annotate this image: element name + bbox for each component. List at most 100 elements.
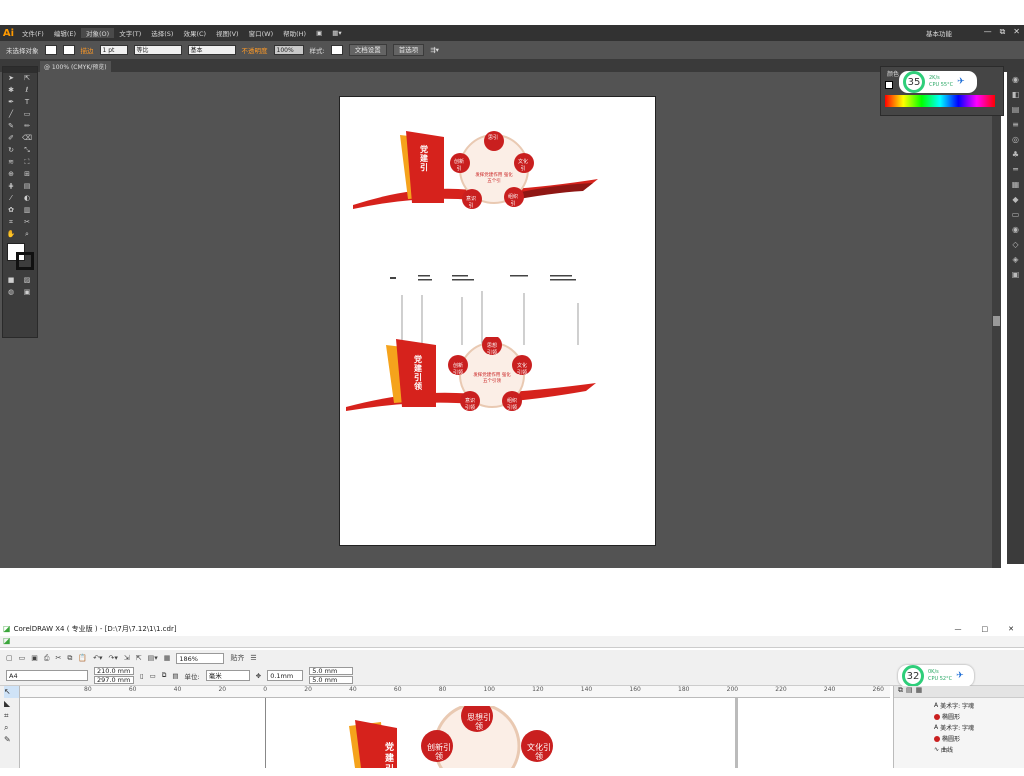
hand-icon[interactable]: ✋ [5,230,17,240]
duplicate-y-field[interactable]: 5.0 mm [309,676,354,684]
paintbrush-icon[interactable]: ✎ [5,122,17,132]
scroll-thumb[interactable] [993,316,1000,326]
unit-select[interactable]: 毫米 [205,670,250,681]
line-tool-icon[interactable]: ╱ [5,110,17,120]
shape-builder-icon[interactable]: ⊕ [5,170,17,180]
arrange-icon[interactable]: ⇶▾ [430,46,439,54]
nudge-field[interactable]: 0.1mm [267,670,304,681]
object-row[interactable]: A 美术字: 字魂 [934,700,1024,711]
eyedropper-icon[interactable]: ⁄ [5,194,17,204]
warp-icon[interactable]: ≋ [5,158,17,168]
open-icon[interactable]: ▭ [19,654,26,662]
brush-select[interactable]: 基本 [187,45,236,55]
horizontal-ruler[interactable]: 80 60 40 20 0 20 40 60 80 100 120 140 160 180 200 220 24… [20,686,890,698]
menu-view[interactable]: 视图(V) [211,28,244,38]
slice-icon[interactable]: ✂ [21,218,33,228]
corel-doc-icon[interactable]: ◪ [3,636,11,645]
menu-type[interactable]: 文字(T) [114,28,146,38]
opacity-field[interactable]: 100% [273,45,304,55]
corel-minimize-button[interactable]: — [955,625,962,633]
zoom-select[interactable]: 186% [176,652,225,664]
menu-select[interactable]: 选择(S) [146,28,178,38]
save-icon[interactable]: ▣ [31,654,38,662]
stroke-swatch[interactable] [62,45,75,55]
shape-tool-icon[interactable]: ◣ [4,698,19,710]
layers-icon[interactable]: ⧉ [898,686,903,697]
selection-tool-icon[interactable]: ➤ [5,74,17,84]
perspective-icon[interactable]: ⊞ [21,170,33,180]
copy-icon[interactable]: ⧉ [67,654,72,663]
vertical-scrollbar[interactable] [992,72,1001,568]
objects-icon[interactable]: ▤ [906,686,913,697]
scale-icon[interactable]: ⤡ [21,146,33,156]
arrange-docs-icon[interactable]: ▦▾ [327,29,346,37]
current-page-icon[interactable]: ▤ [172,672,178,680]
cut-icon[interactable]: ✂ [55,654,61,662]
menu-file[interactable]: 文件(F) [17,28,49,38]
corel-accelerator-icon[interactable]: ✈ [956,671,964,681]
portrait-icon[interactable]: ▯ [140,672,144,680]
opacity-label[interactable]: 不透明度 [242,45,268,55]
accelerator-icon[interactable]: ✈ [957,77,965,87]
crop-tool-icon[interactable]: ⌗ [4,710,19,722]
corel-maximize-button[interactable]: □ [982,625,989,633]
pen-tool-icon[interactable]: ✒ [5,98,17,108]
pencil-icon[interactable]: ✏ [21,122,33,132]
page-height-field[interactable]: 297.0 mm [94,676,134,684]
stroke-label[interactable]: 描边 [81,45,94,55]
draw-mode-icon[interactable]: ◍ [5,288,17,298]
corel-zoom-icon[interactable]: ⌕ [4,722,19,734]
screen-mode-icon[interactable]: ▣ [21,288,33,298]
welcome-icon[interactable]: ▦ [164,654,171,662]
corel-close-button[interactable]: ✕ [1008,625,1014,633]
stroke-weight-field[interactable]: 1 pt [99,45,128,55]
undo-icon[interactable]: ↶▾ [93,654,102,662]
symbol-sprayer-icon[interactable]: ✿ [5,206,17,216]
eraser-icon[interactable]: ⌫ [21,134,33,144]
fill-stroke-widget[interactable] [3,241,37,275]
color-spectrum[interactable] [885,95,995,107]
artboard-icon[interactable]: ⌗ [5,218,17,228]
gradient-mode-icon[interactable]: ▨ [21,276,33,286]
artboard[interactable]: 党建引 思引 文化引 组织引 意识引 创新引 发挥党建作用 强化五个引 党建引领… [339,96,656,546]
document-tab[interactable]: @ 100% (CMYK/预览) [40,61,111,72]
freehand-icon[interactable]: ✎ [4,734,19,746]
object-row[interactable]: 椭圆形 [934,733,1024,744]
paper-size-select[interactable]: A4 [6,670,88,681]
object-row[interactable]: 椭圆形 [934,711,1024,722]
all-pages-icon[interactable]: ⧉ [162,671,167,680]
workspace-switcher[interactable]: 基本功能 [926,28,952,38]
color-panel[interactable]: 颜色 35 2K/s CPU 55°C ✈ [880,66,1004,116]
minimize-button[interactable]: — [984,27,992,37]
launcher-icon[interactable]: ▤▾ [148,654,158,662]
import-icon[interactable]: ⇲ [124,654,130,662]
menu-help[interactable]: 帮助(H) [278,28,311,38]
redo-icon[interactable]: ↷▾ [108,654,117,662]
duplicate-x-field[interactable]: 5.0 mm [309,667,354,675]
blob-brush-icon[interactable]: ✐ [5,134,17,144]
pick-tool-icon[interactable]: ↖ [4,686,19,698]
landscape-icon[interactable]: ▭ [150,672,156,680]
menu-effect[interactable]: 效果(C) [178,28,211,38]
preferences-button[interactable]: 首选项 [392,44,425,56]
type-tool-icon[interactable]: T [21,98,33,108]
panel-fill-swatch[interactable] [885,81,893,89]
zoom-icon[interactable]: ⌕ [21,230,33,240]
stroke-swatch-large[interactable] [16,252,34,270]
color-mode-icon[interactable]: ■ [5,276,17,286]
new-icon[interactable]: ▢ [6,654,13,662]
style-swatch[interactable] [330,45,343,55]
lasso-icon[interactable]: ℓ [21,86,33,96]
export-icon[interactable]: ⇱ [136,654,142,662]
options-icon[interactable]: ☰ [250,654,256,662]
snap-menu[interactable]: 贴齐 [230,653,244,663]
menu-window[interactable]: 窗口(W) [244,28,279,38]
pages-icon[interactable]: ▦ [916,686,923,697]
variable-width-select[interactable]: 等比 [133,45,182,55]
object-row[interactable]: ∿ 曲线 [934,744,1024,755]
restore-button[interactable]: ⧉ [1000,27,1006,37]
corel-canvas[interactable]: 党建引 思想引领 创新引领 文化引领 [21,698,890,775]
gradient-icon[interactable]: ▤ [21,182,33,192]
direct-selection-tool-icon[interactable]: ⇱ [21,74,33,84]
magic-wand-icon[interactable]: ✱ [5,86,17,96]
